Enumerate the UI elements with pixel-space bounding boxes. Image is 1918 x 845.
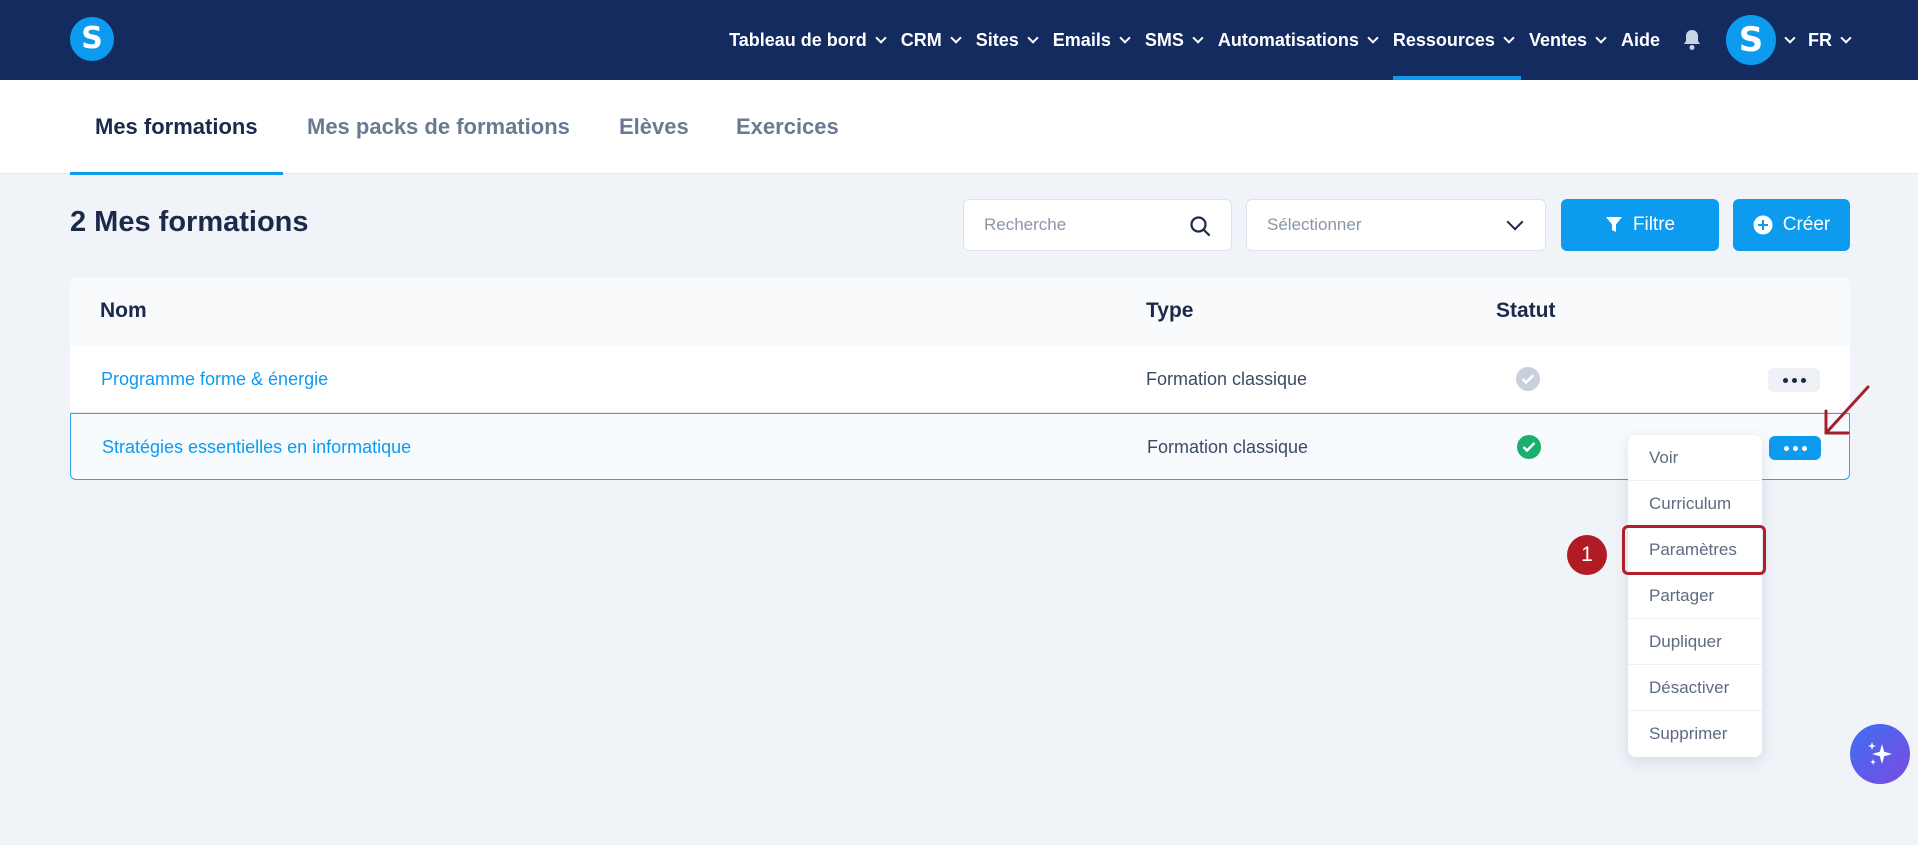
nav-label: Tableau de bord: [729, 29, 867, 50]
formation-type: Formation classique: [1146, 369, 1308, 389]
column-header-statut: Statut: [1496, 299, 1556, 322]
dot: [1801, 445, 1807, 451]
nav-item-crm[interactable]: CRM: [893, 0, 968, 80]
nav-label: Sites: [975, 29, 1019, 50]
menu-item-supprimer[interactable]: Supprimer: [1628, 711, 1762, 757]
column-header-nom: Nom: [100, 299, 147, 322]
chevron-down-icon: [1503, 31, 1515, 44]
formations-table: Nom Type Statut Programme forme & énergi…: [70, 277, 1850, 480]
chevron-down-icon[interactable]: [1784, 31, 1796, 44]
nav-item-sites[interactable]: Sites: [968, 0, 1045, 80]
tab-mes-formations[interactable]: Mes formations: [70, 80, 283, 175]
dot: [1792, 445, 1798, 451]
menu-item-curriculum[interactable]: Curriculum: [1628, 481, 1762, 527]
select-placeholder: Sélectionner: [1267, 215, 1362, 234]
status-active-icon: [1517, 435, 1541, 459]
nav-item-emails[interactable]: Emails: [1045, 0, 1137, 80]
nav-label: Ressources: [1392, 29, 1495, 50]
more-actions-button[interactable]: [1768, 368, 1820, 392]
formation-name-link[interactable]: Programme forme & énergie: [101, 369, 328, 390]
filter-icon: [1605, 217, 1622, 232]
section-tabs: Mes formations Mes packs de formations E…: [0, 80, 1918, 175]
chevron-down-icon: [1119, 31, 1131, 44]
chevron-down-icon: [950, 31, 962, 44]
row-actions-menu: Voir Curriculum Paramètres Partager Dupl…: [1628, 435, 1762, 757]
nav-item-ventes[interactable]: Ventes: [1521, 0, 1613, 80]
search-icon[interactable]: [1189, 215, 1211, 237]
language-selector[interactable]: FR: [1808, 0, 1858, 80]
top-navbar: S Tableau de bord CRM Sites Emails SMS A…: [0, 0, 1918, 80]
column-header-type: Type: [1146, 299, 1194, 322]
menu-item-partager[interactable]: Partager: [1628, 573, 1762, 619]
table-header: Nom Type Statut: [70, 277, 1850, 346]
annotation-step-badge: 1: [1567, 535, 1607, 575]
chevron-down-icon: [1840, 31, 1852, 44]
nav-item-aide[interactable]: Aide: [1613, 0, 1668, 80]
menu-item-voir[interactable]: Voir: [1628, 435, 1762, 481]
chevron-down-icon: [1367, 31, 1379, 44]
nav-item-automatisations[interactable]: Automatisations: [1210, 0, 1385, 80]
menu-item-parametres[interactable]: Paramètres: [1628, 527, 1762, 573]
dot: [1800, 377, 1806, 383]
table-row: Stratégies essentielles en informatique …: [70, 413, 1850, 480]
page-title: 2 Mes formations: [70, 206, 309, 238]
search-input[interactable]: [964, 200, 1184, 250]
select-dropdown[interactable]: Sélectionner: [1246, 199, 1546, 251]
dot: [1783, 445, 1789, 451]
filter-label: Filtre: [1632, 214, 1676, 235]
nav-label: Aide: [1620, 29, 1660, 50]
dot: [1782, 377, 1788, 383]
tab-exercices[interactable]: Exercices: [711, 80, 864, 174]
nav-item-sms[interactable]: SMS: [1137, 0, 1210, 80]
plus-circle-icon: [1753, 215, 1773, 235]
ai-assistant-button[interactable]: [1850, 724, 1910, 784]
nav-label: Emails: [1052, 29, 1111, 50]
nav-item-tableau-de-bord[interactable]: Tableau de bord: [721, 0, 893, 80]
chevron-down-icon: [1506, 213, 1524, 231]
main-nav: Tableau de bord CRM Sites Emails SMS Aut…: [721, 0, 1858, 80]
table-row: Programme forme & énergie Formation clas…: [70, 346, 1850, 413]
formation-type: Formation classique: [1147, 437, 1309, 457]
chevron-down-icon: [1027, 31, 1039, 44]
chevron-down-icon: [875, 31, 887, 44]
more-actions-button-active[interactable]: [1769, 436, 1821, 460]
app-logo[interactable]: S: [70, 17, 114, 61]
create-button[interactable]: Créer: [1733, 199, 1850, 251]
nav-label: CRM: [900, 29, 942, 50]
language-label: FR: [1808, 29, 1832, 50]
nav-label: Ventes: [1528, 29, 1587, 50]
create-label: Créer: [1782, 214, 1831, 235]
notifications-bell-icon[interactable]: [1672, 0, 1712, 80]
nav-item-ressources[interactable]: Ressources: [1385, 0, 1521, 80]
chevron-down-icon: [1192, 31, 1204, 44]
tab-eleves[interactable]: Elèves: [594, 80, 714, 174]
search-box: [963, 199, 1232, 251]
status-inactive-icon: [1516, 367, 1540, 391]
formation-name-link[interactable]: Stratégies essentielles en informatique: [102, 437, 411, 458]
sparkles-icon: [1868, 742, 1892, 765]
annotation-arrow-icon: [1824, 385, 1870, 435]
nav-label: SMS: [1144, 29, 1184, 50]
dot: [1791, 377, 1797, 383]
menu-item-dupliquer[interactable]: Dupliquer: [1628, 619, 1762, 665]
menu-item-desactiver[interactable]: Désactiver: [1628, 665, 1762, 711]
user-avatar[interactable]: S: [1726, 15, 1776, 65]
nav-label: Automatisations: [1217, 29, 1359, 50]
chevron-down-icon: [1595, 31, 1607, 44]
tab-mes-packs-de-formations[interactable]: Mes packs de formations: [282, 80, 595, 174]
filter-button[interactable]: Filtre: [1561, 199, 1719, 251]
